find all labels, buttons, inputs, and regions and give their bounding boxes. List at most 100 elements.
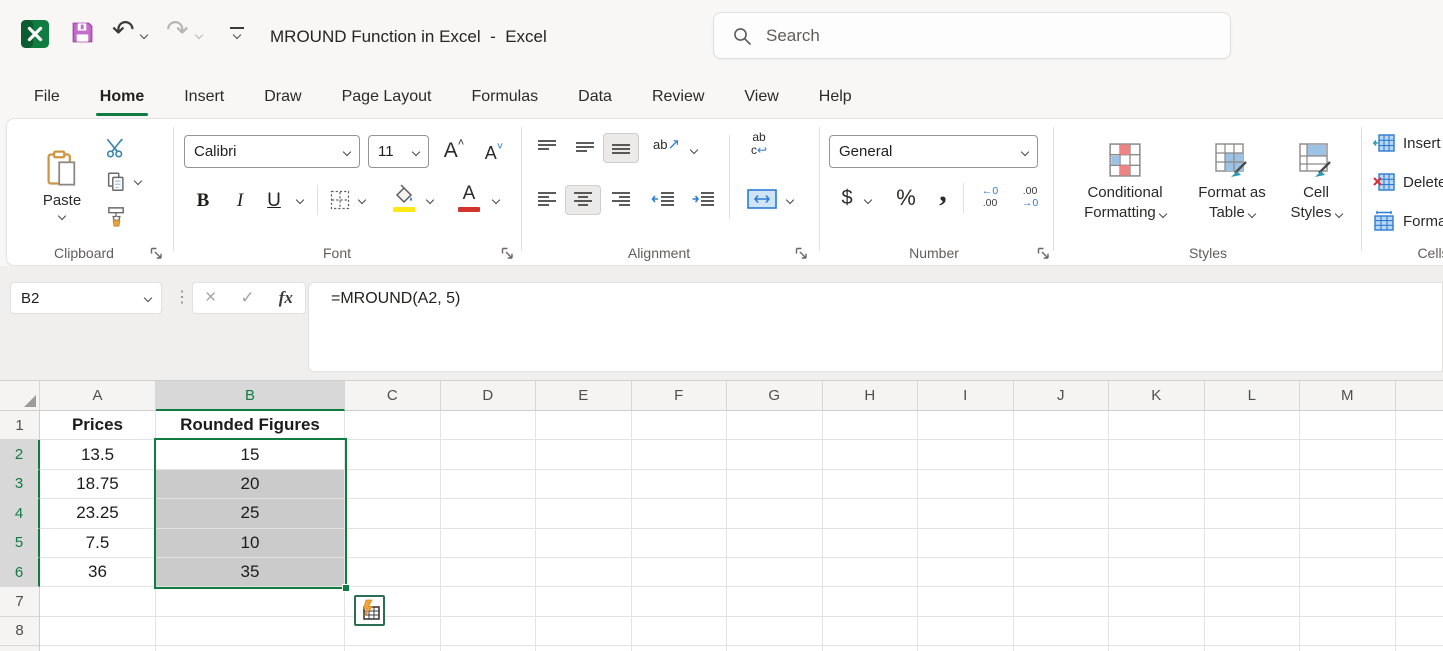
cell-D4[interactable] — [440, 499, 536, 529]
increase-decimal-button[interactable]: ←0.00 — [973, 185, 1007, 209]
number-dialog-launcher[interactable] — [1037, 247, 1050, 260]
cell-D5[interactable] — [440, 528, 536, 558]
quick-analysis-button[interactable] — [354, 595, 385, 627]
cut-button[interactable] — [103, 135, 129, 161]
column-header-L[interactable]: L — [1204, 381, 1300, 411]
tab-formulas[interactable]: Formulas — [451, 75, 558, 118]
cell-I3[interactable] — [918, 469, 1014, 500]
cell-J7[interactable] — [1013, 587, 1109, 617]
row-header-5[interactable]: 5 — [0, 528, 40, 558]
cell-K2[interactable] — [1109, 440, 1205, 470]
cell-K1[interactable] — [1109, 411, 1205, 441]
insert-cells-button[interactable]: Insert — [1373, 133, 1441, 153]
cell-K3[interactable] — [1109, 469, 1205, 500]
column-header-A[interactable]: A — [40, 381, 156, 411]
cell-K5[interactable] — [1109, 528, 1205, 558]
format-painter-button[interactable] — [103, 203, 129, 229]
cell-D7[interactable] — [440, 587, 536, 617]
row-header-9[interactable] — [0, 646, 40, 651]
cell-J9[interactable] — [1013, 646, 1109, 651]
cell[interactable] — [1395, 646, 1443, 651]
cell-E5[interactable] — [536, 528, 632, 558]
cell-J4[interactable] — [1013, 499, 1109, 529]
cell-B3[interactable]: 20 — [156, 469, 345, 500]
cell-I8[interactable] — [918, 616, 1014, 647]
cell-I5[interactable] — [918, 528, 1014, 558]
cell-H1[interactable] — [822, 411, 918, 441]
percent-style-button[interactable]: % — [893, 183, 919, 213]
column-header-F[interactable]: F — [631, 381, 727, 411]
cell-F7[interactable] — [631, 587, 727, 617]
font-color-button[interactable]: A — [457, 181, 481, 207]
cancel-icon[interactable]: × — [205, 287, 216, 309]
search-input[interactable] — [766, 25, 1212, 46]
format-as-table-button[interactable]: Format as Table — [1187, 127, 1277, 239]
cell-B6[interactable]: 35 — [156, 558, 345, 588]
tab-help[interactable]: Help — [799, 75, 872, 118]
increase-font-size-button[interactable]: A ˄ — [437, 135, 471, 167]
copy-button[interactable] — [103, 169, 129, 195]
row-header-8[interactable]: 8 — [0, 616, 40, 647]
cell-I9[interactable] — [918, 646, 1014, 651]
column-header-M[interactable]: M — [1300, 381, 1396, 411]
underline-dropdown-icon[interactable] — [295, 195, 305, 205]
cell-L5[interactable] — [1204, 528, 1300, 558]
cell-E1[interactable] — [536, 411, 632, 441]
cell-G9[interactable] — [727, 646, 823, 651]
cell-E2[interactable] — [536, 440, 632, 470]
cell-H4[interactable] — [822, 499, 918, 529]
paste-button[interactable]: Paste — [31, 129, 93, 239]
cell-K9[interactable] — [1109, 646, 1205, 651]
decrease-decimal-button[interactable]: .00 →0 — [1013, 185, 1047, 209]
select-all-corner[interactable] — [0, 381, 40, 411]
row-header-4[interactable]: 4 — [0, 499, 40, 529]
cell-D9[interactable] — [440, 646, 536, 651]
undo-button[interactable]: ↶ — [112, 17, 135, 44]
cell-F6[interactable] — [631, 558, 727, 588]
font-size-combo[interactable]: 11 — [368, 135, 429, 168]
orientation-dropdown-icon[interactable] — [689, 145, 699, 155]
cell-G7[interactable] — [727, 587, 823, 617]
cell-L1[interactable] — [1204, 411, 1300, 441]
cell-styles-button[interactable]: Cell Styles — [1279, 127, 1353, 239]
tab-data[interactable]: Data — [558, 75, 632, 118]
cell-H6[interactable] — [822, 558, 918, 588]
cell-A8[interactable] — [40, 616, 156, 647]
customize-qat-icon[interactable] — [230, 27, 244, 29]
align-right-button[interactable] — [611, 191, 631, 207]
decrease-font-size-button[interactable]: A ˅ — [477, 137, 511, 169]
cell-H9[interactable] — [822, 646, 918, 651]
tab-home[interactable]: Home — [80, 75, 164, 118]
cell-B9[interactable] — [156, 646, 345, 651]
cell-J1[interactable] — [1013, 411, 1109, 441]
redo-button[interactable]: ↷ — [166, 17, 189, 44]
cell-E7[interactable] — [536, 587, 632, 617]
cell-H5[interactable] — [822, 528, 918, 558]
cell-A6[interactable]: 36 — [40, 558, 156, 588]
cell[interactable] — [1395, 528, 1443, 558]
insert-function-icon[interactable]: fx — [279, 288, 293, 308]
cell-L6[interactable] — [1204, 558, 1300, 588]
cell-D1[interactable] — [440, 411, 536, 441]
cell-J3[interactable] — [1013, 469, 1109, 500]
middle-align-button[interactable] — [575, 139, 595, 155]
cell-A2[interactable]: 13.5 — [40, 440, 156, 470]
formula-input[interactable]: =MROUND(A2, 5) — [308, 282, 1443, 372]
cell-C5[interactable] — [345, 528, 441, 558]
cell-A9[interactable] — [40, 646, 156, 651]
cell-M9[interactable] — [1300, 646, 1396, 651]
column-header-B[interactable]: B — [156, 381, 345, 411]
column-header-H[interactable]: H — [822, 381, 918, 411]
cell-F9[interactable] — [631, 646, 727, 651]
cell-I6[interactable] — [918, 558, 1014, 588]
borders-button[interactable] — [329, 189, 351, 211]
column-header-E[interactable]: E — [536, 381, 632, 411]
enter-icon[interactable]: ✓ — [240, 288, 254, 308]
cell-B4[interactable]: 25 — [156, 499, 345, 529]
cell[interactable] — [1395, 616, 1443, 647]
borders-dropdown-icon[interactable] — [357, 195, 367, 205]
undo-dropdown-icon[interactable] — [139, 30, 149, 40]
cell-L8[interactable] — [1204, 616, 1300, 647]
cell-J2[interactable] — [1013, 440, 1109, 470]
cell-D8[interactable] — [440, 616, 536, 647]
